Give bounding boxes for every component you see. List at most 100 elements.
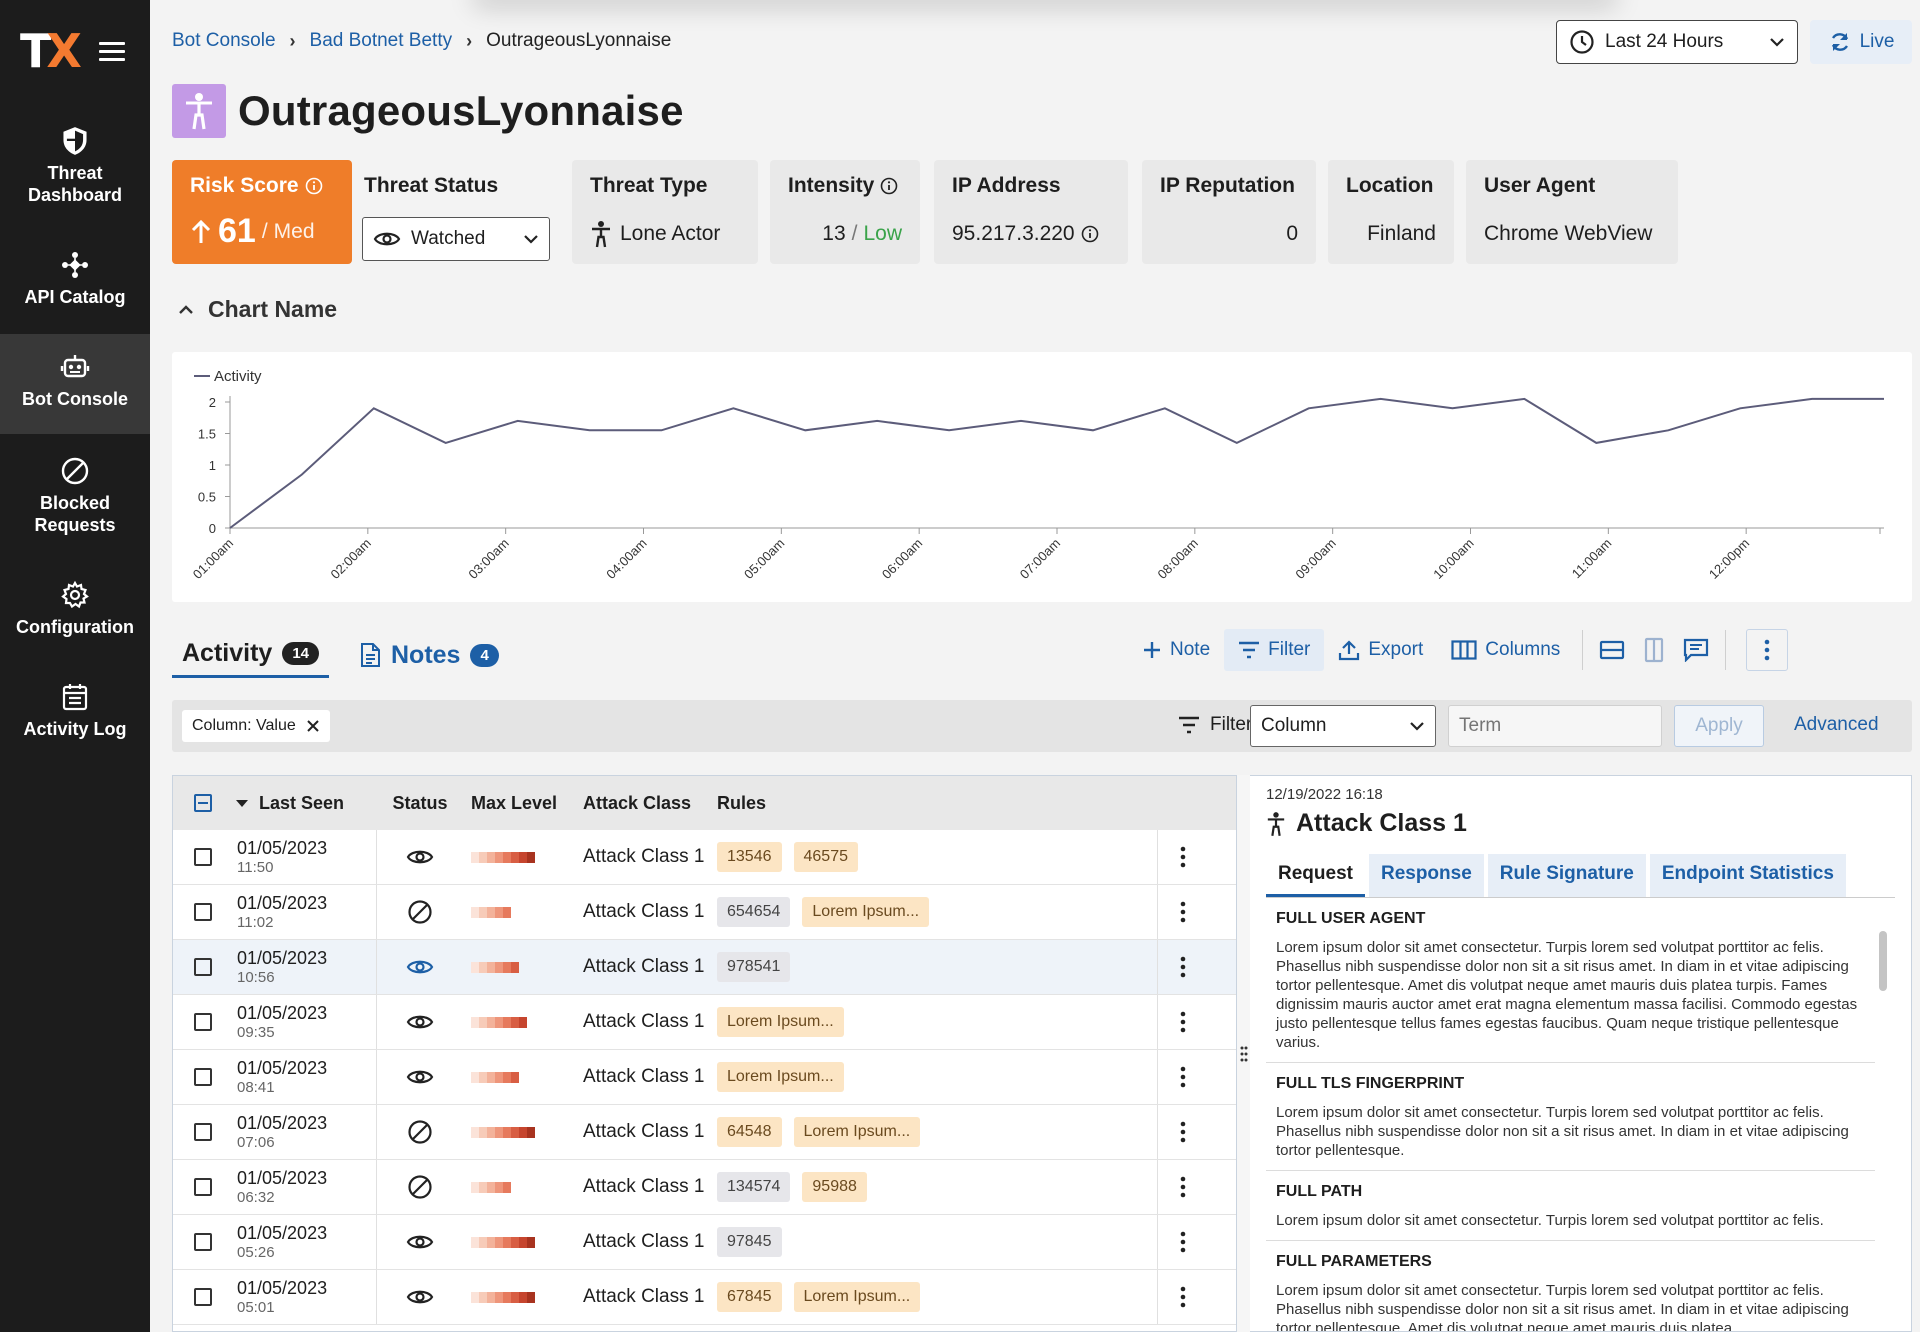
rule-tag[interactable]: 97845 [717, 1227, 782, 1257]
row-checkbox[interactable] [194, 1123, 212, 1141]
row-menu-button[interactable] [1157, 885, 1207, 939]
row-menu-button[interactable] [1157, 1050, 1207, 1104]
rule-tag[interactable]: 13546 [717, 842, 782, 872]
filter-column-select[interactable]: Column [1250, 705, 1436, 747]
row-checkbox[interactable] [194, 1068, 212, 1086]
row-checkbox[interactable] [194, 1178, 212, 1196]
row-menu-button[interactable] [1157, 940, 1207, 994]
rule-tag[interactable]: 134574 [717, 1172, 791, 1202]
detail-tab-rule-signature[interactable]: Rule Signature [1487, 854, 1646, 897]
logo[interactable]: TX [20, 24, 82, 78]
column-header-last-seen[interactable]: Last Seen [233, 776, 377, 830]
rule-tag[interactable]: Lorem Ipsum... [793, 1117, 921, 1147]
row-checkbox[interactable] [194, 848, 212, 866]
detail-panel: 12/19/2022 16:18 Attack Class 1 Request … [1250, 775, 1912, 1332]
info-icon[interactable] [880, 177, 898, 195]
info-icon[interactable] [305, 177, 323, 195]
section-full-path: FULL PATH Lorem ipsum dolor sit amet con… [1266, 1171, 1875, 1241]
rule-tag[interactable]: 67845 [717, 1282, 782, 1312]
hamburger-menu-icon[interactable] [99, 42, 125, 62]
info-icon[interactable] [1081, 225, 1099, 243]
table-row[interactable]: 01/05/2023 08:41 Attack Class 1 Lorem Ip… [173, 1050, 1236, 1105]
rule-tag[interactable]: Lorem Ipsum... [793, 1282, 921, 1312]
breadcrumb-link-bot-console[interactable]: Bot Console [172, 30, 276, 52]
max-level-bar [463, 1181, 583, 1193]
row-checkbox[interactable] [194, 903, 212, 921]
column-header-rules[interactable]: Rules [709, 793, 1157, 814]
filter-column-value: Column [1261, 715, 1327, 736]
filter-label-group: Filter: [1178, 714, 1258, 736]
filter-chip[interactable]: Column: Value [182, 710, 330, 742]
row-checkbox[interactable] [194, 1013, 212, 1031]
row-menu-button[interactable] [1157, 1270, 1207, 1324]
column-header-max-level[interactable]: Max Level [463, 793, 583, 814]
export-button[interactable]: Export [1324, 629, 1437, 671]
live-button[interactable]: Live [1810, 20, 1912, 64]
rule-tag[interactable]: 64548 [717, 1117, 782, 1147]
rule-tag[interactable]: Lorem Ipsum... [717, 1007, 844, 1037]
row-menu-button[interactable] [1157, 830, 1207, 884]
apply-button[interactable]: Apply [1674, 705, 1764, 747]
rule-tag[interactable]: Lorem Ipsum... [717, 1062, 844, 1092]
table-row[interactable]: 01/05/2023 07:06 Attack Class 1 64548 Lor… [173, 1105, 1236, 1160]
eye-icon [377, 957, 463, 977]
rule-tag[interactable]: 46575 [793, 842, 858, 872]
row-menu-button[interactable] [1157, 995, 1207, 1049]
person-icon [592, 221, 610, 248]
detail-tab-request[interactable]: Request [1266, 854, 1365, 897]
filter-button[interactable]: Filter [1224, 629, 1325, 671]
table-row[interactable]: 01/05/2023 05:26 Attack Class 1 97845 [173, 1215, 1236, 1270]
threat-status-select[interactable]: Watched [362, 217, 550, 261]
detail-tab-endpoint-statistics[interactable]: Endpoint Statistics [1649, 854, 1846, 897]
tab-notes[interactable]: Notes 4 [349, 632, 509, 678]
more-options-button[interactable] [1746, 629, 1789, 671]
row-menu-button[interactable] [1157, 1105, 1207, 1159]
panel-resize-handle[interactable] [1236, 775, 1250, 1332]
row-menu-button[interactable] [1157, 1215, 1207, 1269]
rule-tag[interactable]: 978541 [717, 952, 791, 982]
last-seen-date: 01/05/2023 [237, 948, 328, 968]
columns-button[interactable]: Columns [1437, 629, 1574, 671]
column-header-status[interactable]: Status [377, 793, 463, 814]
live-label: Live [1859, 31, 1895, 52]
add-note-button[interactable]: Note [1128, 629, 1224, 671]
row-checkbox[interactable] [194, 958, 212, 976]
sidebar-item-threat-dashboard[interactable]: Threat Dashboard [0, 126, 150, 206]
detail-tab-response[interactable]: Response [1368, 854, 1484, 897]
section-full-parameters: FULL PARAMETERS Lorem ipsum dolor sit am… [1266, 1241, 1875, 1331]
sidebar-item-blocked-requests[interactable]: Blocked Requests [0, 456, 150, 536]
rule-tag[interactable]: 95988 [802, 1172, 867, 1202]
select-all-checkbox[interactable] [194, 794, 212, 812]
table-row[interactable]: 01/05/2023 05:01 Attack Class 1 67845 Lor… [173, 1270, 1236, 1325]
table-row[interactable]: 01/05/2023 06:32 Attack Class 1 134574 95… [173, 1160, 1236, 1215]
table-row[interactable]: 01/05/2023 09:35 Attack Class 1 Lorem Ip… [173, 995, 1236, 1050]
row-checkbox[interactable] [194, 1288, 212, 1306]
table-row[interactable]: 01/05/2023 10:56 Attack Class 1 978541 [173, 940, 1236, 995]
tab-activity[interactable]: Activity 14 [172, 632, 329, 678]
sidebar-item-bot-console[interactable]: Bot Console [0, 334, 150, 434]
filter-term-input[interactable] [1448, 705, 1662, 747]
sidebar-item-configuration[interactable]: Configuration [0, 580, 150, 638]
shield-icon [63, 127, 87, 155]
split-vertical-view-icon[interactable] [1633, 629, 1675, 671]
advanced-filter-link[interactable]: Advanced [1794, 714, 1879, 736]
split-horizontal-view-icon[interactable] [1591, 629, 1633, 671]
detail-scrollbar[interactable] [1879, 931, 1887, 991]
rule-tag[interactable]: 654654 [717, 897, 791, 927]
table-row[interactable]: 01/05/2023 11:02 Attack Class 1 654654 Lo… [173, 885, 1236, 940]
row-checkbox[interactable] [194, 1233, 212, 1251]
robot-icon [60, 355, 90, 378]
time-range-select[interactable]: Last 24 Hours [1556, 20, 1798, 64]
close-icon[interactable] [306, 719, 320, 733]
sidebar-item-api-catalog[interactable]: API Catalog [0, 250, 150, 308]
row-menu-button[interactable] [1157, 1160, 1207, 1214]
details-panel-icon[interactable] [1675, 629, 1717, 671]
rule-tag[interactable]: Lorem Ipsum... [802, 897, 930, 927]
breadcrumb-link-botnet[interactable]: Bad Botnet Betty [310, 30, 453, 52]
plus-icon [1144, 642, 1160, 658]
sidebar-item-activity-log[interactable]: Activity Log [0, 682, 150, 740]
table-row[interactable]: 01/05/2023 11:50 Attack Class 1 13546 465… [173, 830, 1236, 885]
chart-collapse-toggle[interactable]: Chart Name [178, 296, 337, 323]
last-seen-date: 01/05/2023 [237, 838, 328, 858]
column-header-attack-class[interactable]: Attack Class [583, 793, 709, 814]
